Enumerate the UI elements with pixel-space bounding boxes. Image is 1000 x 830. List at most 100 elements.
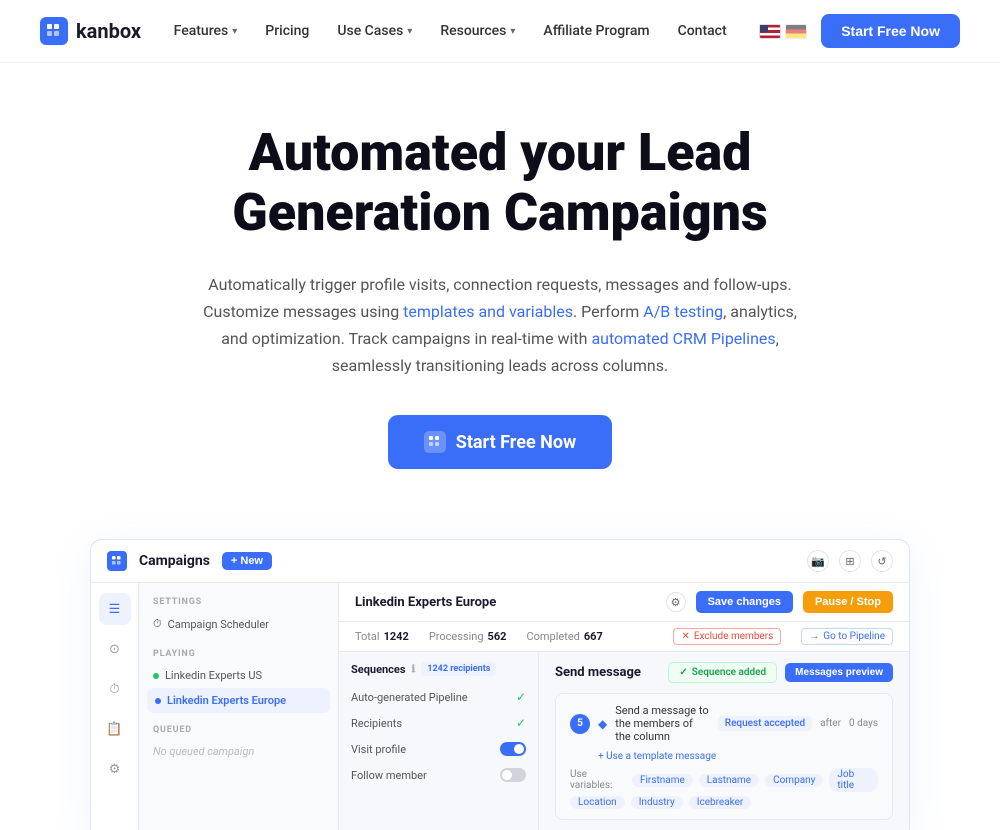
sidebar-icon-clock[interactable]: ⏱ — [99, 673, 131, 705]
messages-preview-button[interactable]: Messages preview — [785, 663, 893, 682]
status-dot-blue — [155, 698, 161, 704]
hero-title: Automated your Lead Generation Campaigns — [120, 123, 880, 243]
chevron-down-icon: ▾ — [232, 26, 237, 37]
app-icon-photo[interactable]: 📷 — [807, 550, 829, 572]
var-location[interactable]: Location — [570, 796, 625, 809]
send-message-row: 5 ◆ Send a message to the members of the… — [570, 704, 878, 743]
stats-bar: Total 1242 Processing 562 Completed 667 — [339, 622, 909, 652]
app-new-button[interactable]: + New — [222, 552, 272, 570]
follow-member-toggle[interactable] — [500, 768, 526, 782]
app-campaigns-title: Campaigns — [139, 553, 210, 569]
navbar-cta-button[interactable]: Start Free Now — [821, 14, 960, 48]
app-preview: Campaigns + New 📷 ⊞ ↺ ☰ ⊙ ⏱ 📋 ⚙ — [90, 539, 910, 830]
variables-row2: Location Industry Icebreaker — [570, 796, 878, 809]
nav-features[interactable]: Features ▾ — [174, 23, 238, 39]
sequences-panel: Sequences ℹ 1242 recipients Auto-generat… — [339, 652, 539, 830]
app-topbar-icons: 📷 ⊞ ↺ — [807, 550, 893, 572]
app-left-panel: SETTINGS ⏱ Campaign Scheduler PLAYING Li… — [139, 583, 339, 830]
sidebar-icon-menu[interactable]: ☰ — [99, 593, 131, 625]
campaign-name: Linkedin Experts Europe — [355, 595, 656, 610]
after-label: after — [820, 718, 841, 729]
nav-contact[interactable]: Contact — [678, 23, 727, 39]
app-content: SETTINGS ⏱ Campaign Scheduler PLAYING Li… — [139, 583, 909, 830]
sidebar-icon-circle[interactable]: ⊙ — [99, 633, 131, 665]
var-industry[interactable]: Industry — [631, 796, 683, 809]
send-message-title: Send message — [555, 665, 641, 680]
flag-us-icon — [759, 24, 781, 39]
hero-cta-icon — [424, 431, 446, 453]
pause-stop-button[interactable]: Pause / Stop — [803, 591, 893, 613]
app-body: ☰ ⊙ ⏱ 📋 ⚙ SETTINGS ⏱ Campaign Scheduler — [91, 583, 909, 830]
nav-resources[interactable]: Resources ▾ — [440, 23, 515, 39]
sequences-row: Sequences ℹ 1242 recipients Auto-generat… — [339, 652, 909, 830]
sidebar-icon-list[interactable]: 📋 — [99, 713, 131, 745]
campaign-header: Linkedin Experts Europe ⚙ Save changes P… — [339, 583, 909, 622]
recipients-badge: 1242 recipients — [421, 662, 496, 676]
campaign-settings-icon[interactable]: ⚙ — [666, 592, 686, 612]
variables-row1: Use variables: Firstname Lastname Compan… — [570, 768, 878, 792]
app-topbar: Campaigns + New 📷 ⊞ ↺ — [91, 540, 909, 583]
nav-pricing[interactable]: Pricing — [265, 23, 309, 39]
campaign-item-us[interactable]: Linkedin Experts US — [139, 663, 338, 688]
app-icon-grid[interactable]: ⊞ — [839, 550, 861, 572]
var-icebreaker[interactable]: Icebreaker — [689, 796, 752, 809]
hero-cta-button[interactable]: Start Free Now — [388, 415, 612, 469]
logo[interactable]: kanbox — [40, 17, 141, 45]
step-number: 5 — [570, 714, 590, 734]
language-selector[interactable] — [759, 24, 807, 39]
nav-use-cases[interactable]: Use Cases ▾ — [337, 23, 412, 39]
seq-item-recipients: Recipients ✓ — [339, 710, 538, 736]
app-logo-small — [107, 551, 127, 571]
sequences-header: Sequences ℹ 1242 recipients — [339, 662, 538, 684]
app-main-panel: Linkedin Experts Europe ⚙ Save changes P… — [339, 583, 909, 830]
settings-section-label: SETTINGS — [139, 593, 338, 611]
nav-links: Features ▾ Pricing Use Cases ▾ Resources… — [174, 23, 727, 39]
hero-cta-label: Start Free Now — [456, 432, 576, 453]
visit-profile-toggle[interactable] — [500, 742, 526, 756]
campaign-item-europe[interactable]: Linkedin Experts Europe — [147, 688, 330, 713]
exclude-members-button[interactable]: ✕ Exclude members — [673, 628, 781, 645]
logo-icon — [40, 17, 68, 45]
var-firstname[interactable]: Firstname — [632, 774, 693, 787]
sidebar-icon-gear[interactable]: ⚙ — [99, 753, 131, 785]
stat-completed: Completed 667 — [526, 630, 602, 643]
chevron-down-icon: ▾ — [510, 26, 515, 37]
hero-link-ab-testing[interactable]: A/B testing — [643, 302, 723, 321]
diamond-icon: ◆ — [598, 717, 607, 731]
request-accepted-tag: Request accepted — [718, 716, 812, 731]
seq-item-follow[interactable]: Follow member — [339, 762, 538, 788]
chevron-down-icon: ▾ — [407, 26, 412, 37]
hero-link-templates[interactable]: templates and variables — [403, 302, 573, 321]
var-lastname[interactable]: Lastname — [699, 774, 759, 787]
queued-item: No queued campaign — [139, 739, 338, 764]
clock-icon: ⏱ — [153, 617, 162, 631]
campaign-scheduler-item[interactable]: ⏱ Campaign Scheduler — [139, 611, 338, 637]
save-changes-button[interactable]: Save changes — [696, 591, 793, 613]
go-to-pipeline-button[interactable]: → Go to Pipeline — [801, 628, 893, 645]
hero-subtitle: Automatically trigger profile visits, co… — [200, 271, 800, 380]
status-dot-green — [153, 673, 159, 679]
check-icon: ✓ — [516, 690, 526, 704]
check-icon: ✓ — [679, 667, 687, 678]
var-jobtitle[interactable]: Job title — [829, 768, 878, 792]
seq-item-pipeline: Auto-generated Pipeline ✓ — [339, 684, 538, 710]
sequence-added-badge: ✓ Sequence added — [668, 662, 777, 683]
nav-right: Start Free Now — [759, 14, 960, 48]
arrow-icon: → — [809, 631, 819, 642]
check-icon: ✓ — [516, 716, 526, 730]
stat-processing: Processing 562 — [429, 630, 507, 643]
nav-affiliate[interactable]: Affiliate Program — [543, 23, 649, 39]
app-preview-wrapper: Campaigns + New 📷 ⊞ ↺ ☰ ⊙ ⏱ 📋 ⚙ — [0, 509, 1000, 830]
navbar: kanbox Features ▾ Pricing Use Cases ▾ Re… — [0, 0, 1000, 63]
hero-section: Automated your Lead Generation Campaigns… — [100, 63, 900, 509]
hero-subtitle-text2: . Perform — [573, 302, 643, 321]
stat-total: Total 1242 — [355, 630, 409, 643]
use-template-link[interactable]: + Use a template message — [598, 751, 716, 762]
seq-item-visit[interactable]: Visit profile — [339, 736, 538, 762]
var-company[interactable]: Company — [765, 774, 823, 787]
sequences-title: Sequences — [351, 663, 406, 676]
app-icon-refresh[interactable]: ↺ — [871, 550, 893, 572]
brand-name: kanbox — [76, 19, 141, 43]
hero-link-crm[interactable]: automated CRM Pipelines — [591, 329, 775, 348]
send-message-text: Send a message to the members of the col… — [615, 704, 710, 743]
